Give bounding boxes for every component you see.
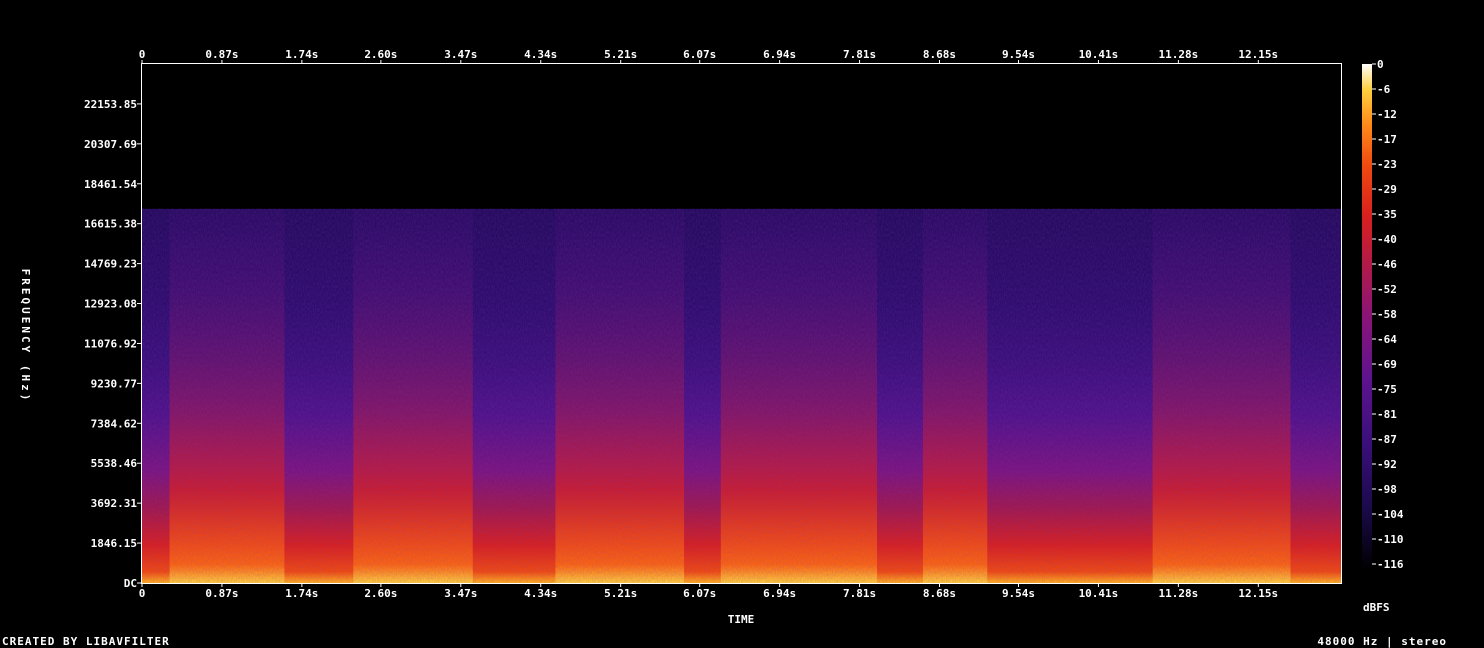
colorbar-tick-label: -23	[1377, 158, 1397, 171]
colorbar-tick-label: -69	[1377, 358, 1397, 371]
y-tick-label: DC	[124, 577, 137, 590]
x-tick-label-top: 6.94s	[763, 48, 796, 61]
x-axis-label: TIME	[728, 613, 755, 626]
y-tick-label: 5538.46	[91, 457, 138, 470]
x-tick-label-bottom: 2.60s	[364, 587, 397, 600]
y-tick-label: 3692.31	[91, 497, 138, 510]
x-tick-label-bottom: 7.81s	[843, 587, 876, 600]
x-axis-bottom: 0 0.87s 1.74s 2.60s 3.47s 4.34s 5.21s 6.07s 6.94…	[139, 583, 1278, 600]
colorbar-tick-label: -58	[1377, 308, 1397, 321]
colorbar: 0 -6 -12 -17 -23 -29 -35 -40 -46 -52 -58 -64 -69 -75 -…	[1362, 58, 1404, 614]
x-tick-label-bottom: 5.21s	[604, 587, 637, 600]
spectrogram-chart: 0 0.87s 1.74s 2.60s 3.47s 4.34s 5.21s 6.07s 6.94…	[19, 48, 1404, 626]
colorbar-tick-label: -81	[1377, 408, 1397, 421]
x-tick-label-top: 12.15s	[1238, 48, 1278, 61]
y-tick-label: 22153.85	[84, 98, 137, 111]
colorbar-tick-label: -116	[1377, 558, 1404, 571]
x-tick-label-top: 0.87s	[205, 48, 238, 61]
y-tick-label: 11076.92	[84, 337, 137, 350]
x-tick-label-bottom: 11.28s	[1159, 587, 1199, 600]
colorbar-tick-label: -52	[1377, 283, 1397, 296]
x-tick-label-bottom: 12.15s	[1238, 587, 1278, 600]
x-tick-label-top: 11.28s	[1159, 48, 1199, 61]
x-tick-label-bottom: 0.87s	[205, 587, 238, 600]
x-tick-label-top: 5.21s	[604, 48, 637, 61]
colorbar-tick-label: -35	[1377, 208, 1397, 221]
colorbar-tick-label: -87	[1377, 433, 1397, 446]
x-tick-label-bottom: 10.41s	[1079, 587, 1119, 600]
footer-credit: CREATED BY LIBAVFILTER	[2, 635, 170, 648]
x-tick-label-top: 6.07s	[683, 48, 716, 61]
y-tick-label: 16615.38	[84, 218, 137, 231]
colorbar-tick-label: -75	[1377, 383, 1397, 396]
colorbar-gradient	[1362, 64, 1372, 570]
footer-audio-info: 48000 Hz | stereo	[1317, 635, 1447, 648]
x-tick-label-bottom: 1.74s	[285, 587, 318, 600]
colorbar-tick-label: -110	[1377, 533, 1404, 546]
colorbar-tick-label: -98	[1377, 483, 1397, 496]
x-tick-label-top: 2.60s	[364, 48, 397, 61]
colorbar-tick-label: -17	[1377, 133, 1397, 146]
x-tick-label-top: 3.47s	[444, 48, 477, 61]
spectrum-noise	[142, 208, 1341, 583]
x-tick-label-bottom: 9.54s	[1002, 587, 1035, 600]
x-tick-label-bottom: 6.94s	[763, 587, 796, 600]
x-tick-label-bottom: 6.07s	[683, 587, 716, 600]
colorbar-tick-label: -46	[1377, 258, 1397, 271]
colorbar-tick-label: -6	[1377, 83, 1391, 96]
x-tick-label-top: 10.41s	[1079, 48, 1119, 61]
x-tick-label-top: 1.74s	[285, 48, 318, 61]
y-tick-label: 20307.69	[84, 138, 137, 151]
x-tick-label-top: 4.34s	[524, 48, 557, 61]
colorbar-tick-label: -29	[1377, 183, 1397, 196]
x-tick-label-bottom: 4.34s	[524, 587, 557, 600]
y-axis: DC 1846.15 3692.31 5538.46 7384.62 9230.77 110…	[84, 98, 142, 590]
y-tick-label: 9230.77	[91, 377, 137, 390]
colorbar-tick-label: 0	[1377, 58, 1384, 71]
colorbar-tick-label: -12	[1377, 108, 1397, 121]
spectrogram-plot	[141, 63, 1342, 584]
x-tick-label-bottom: 0	[139, 587, 146, 600]
x-tick-label-top: 9.54s	[1002, 48, 1035, 61]
colorbar-label: dBFS	[1363, 601, 1390, 614]
colorbar-tick-label: -40	[1377, 233, 1397, 246]
y-tick-label: 12923.08	[84, 298, 137, 311]
y-tick-label: 18461.54	[84, 178, 137, 191]
x-tick-label-bottom: 8.68s	[923, 587, 956, 600]
x-tick-label-top: 7.81s	[843, 48, 876, 61]
colorbar-tick-label: -104	[1377, 508, 1404, 521]
colorbar-tick-label: -64	[1377, 333, 1397, 346]
y-axis-label: FREQUENCY (Hz)	[19, 269, 32, 404]
x-tick-label-bottom: 3.47s	[444, 587, 477, 600]
y-tick-label: 7384.62	[91, 417, 137, 430]
y-tick-label: 1846.15	[91, 537, 137, 550]
colorbar-tick-label: -92	[1377, 458, 1397, 471]
y-tick-label: 14769.23	[84, 258, 137, 271]
x-tick-label-top: 0	[139, 48, 146, 61]
x-tick-label-top: 8.68s	[923, 48, 956, 61]
colorbar-ticks: 0 -6 -12 -17 -23 -29 -35 -40 -46 -52 -58 -64 -69 -75 -…	[1372, 58, 1404, 571]
x-axis-top: 0 0.87s 1.74s 2.60s 3.47s 4.34s 5.21s 6.07s 6.94…	[139, 48, 1278, 64]
